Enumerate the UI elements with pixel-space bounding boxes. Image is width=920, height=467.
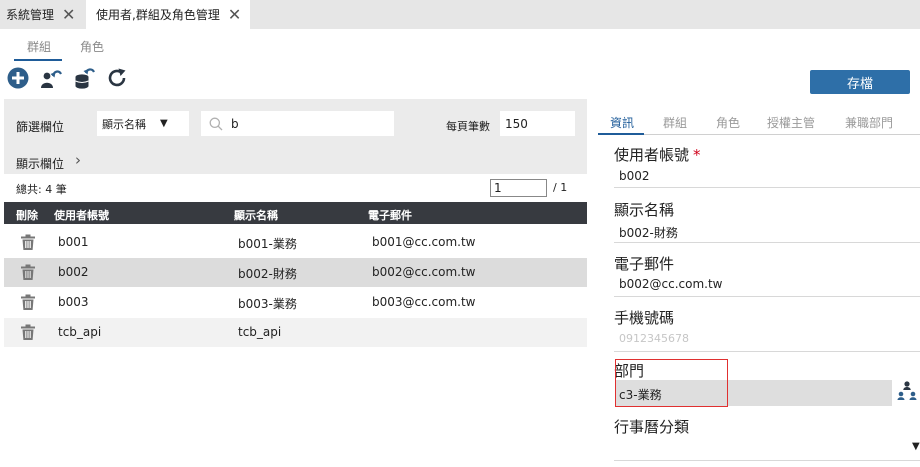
close-icon[interactable]: ✕ [62,5,75,24]
database-undo-icon[interactable] [74,67,96,89]
search-value: b [231,116,239,131]
field-divider [614,187,920,188]
display-columns-toggle[interactable]: 顯示欄位 [16,155,64,172]
trash-icon[interactable] [21,294,35,310]
cell-email: b003@cc.com.tw [372,295,476,309]
display-name-field[interactable]: b002-財務 [619,224,678,241]
table-row[interactable]: b003 b003-業務 b003@cc.com.tw [4,288,587,317]
cell-account: b003 [58,295,89,309]
close-icon[interactable]: ✕ [228,5,241,24]
detail-tab-supervisor[interactable]: 授權主管 [767,114,815,131]
page-number-value: 1 [494,181,502,195]
account-label: 使用者帳號 * [614,146,701,164]
table-row[interactable]: b001 b001-業務 b001@cc.com.tw [4,228,587,257]
calendar-category-dropdown[interactable]: ▼ [912,441,920,452]
col-display-name[interactable]: 顯示名稱 [234,207,278,223]
filter-field-select[interactable]: 顯示名稱 ▼ [97,111,189,136]
detail-tab-divider [598,134,920,135]
highlight-box [615,359,728,407]
cell-account: tcb_api [58,325,102,339]
table-row[interactable]: b002 b002-財務 b002@cc.com.tw [4,258,587,287]
cell-email: b002@cc.com.tw [372,265,476,279]
save-button[interactable]: 存檔 [810,70,910,94]
required-mark: * [693,146,701,164]
page-size-label: 每頁筆數 [446,120,490,133]
calendar-category-label: 行事曆分類 [614,418,690,436]
trash-icon[interactable] [21,264,35,280]
subtab-group[interactable]: 群組 [27,38,51,55]
col-delete: 刪除 [16,209,38,222]
tab-user-group-role-management[interactable]: 使用者,群組及角色管理 ✕ [86,0,250,29]
add-circle-icon[interactable] [7,67,29,89]
page-size-value: 150 [505,116,528,131]
page-number-input[interactable]: 1 [490,179,547,197]
phone-field[interactable]: 0912345678 [619,332,689,345]
account-field[interactable]: b002 [619,169,650,183]
org-chart-icon[interactable] [897,380,917,402]
email-label: 電子郵件 [614,255,675,273]
tab-label: 系統管理 [6,8,55,22]
search-input[interactable]: b [201,111,394,136]
detail-tab-info[interactable]: 資訊 [610,114,634,131]
refresh-icon[interactable] [106,67,128,89]
email-field[interactable]: b002@cc.com.tw [619,277,723,291]
total-count: 總共: 4 筆 [16,183,67,196]
col-account[interactable]: 使用者帳號 [54,207,109,223]
cell-account: b002 [58,265,89,279]
caret-down-icon: ▼ [160,118,168,129]
user-undo-icon[interactable] [40,67,62,89]
trash-icon[interactable] [21,324,35,340]
field-divider [614,351,920,352]
display-name-label: 顯示名稱 [614,201,675,219]
subtab-underline [14,59,62,61]
table-row[interactable]: tcb_api tcb_api [4,318,587,347]
tab-system-management[interactable]: 系統管理 ✕ [6,0,75,29]
detail-tab-group[interactable]: 群組 [663,114,687,131]
field-divider [614,460,920,461]
page-total: / 1 [553,181,568,194]
table-header: 刪除 使用者帳號 顯示名稱 電子郵件 [4,202,587,224]
trash-icon[interactable] [21,234,35,250]
subtab-role[interactable]: 角色 [80,38,104,55]
detail-tab-underline [598,133,644,135]
detail-tab-parttime-dept[interactable]: 兼職部門 [845,114,893,131]
filter-field-label: 篩選欄位 [16,120,65,134]
cell-email: b001@cc.com.tw [372,235,476,249]
phone-label: 手機號碼 [614,309,675,327]
search-icon [209,117,223,130]
cell-display-name: b003-業務 [238,297,297,311]
page-size-input[interactable]: 150 [500,111,575,136]
col-email[interactable]: 電子郵件 [368,207,412,223]
chevron-right-icon[interactable]: › [75,151,81,169]
cell-display-name: b002-財務 [238,267,297,281]
tab-label: 使用者,群組及角色管理 [96,8,220,22]
cell-display-name: tcb_api [238,325,282,339]
detail-tab-role[interactable]: 角色 [716,114,740,131]
cell-display-name: b001-業務 [238,237,297,251]
field-divider [614,242,920,243]
cell-account: b001 [58,235,89,249]
field-divider [614,296,920,297]
filter-field-value: 顯示名稱 [102,117,146,131]
